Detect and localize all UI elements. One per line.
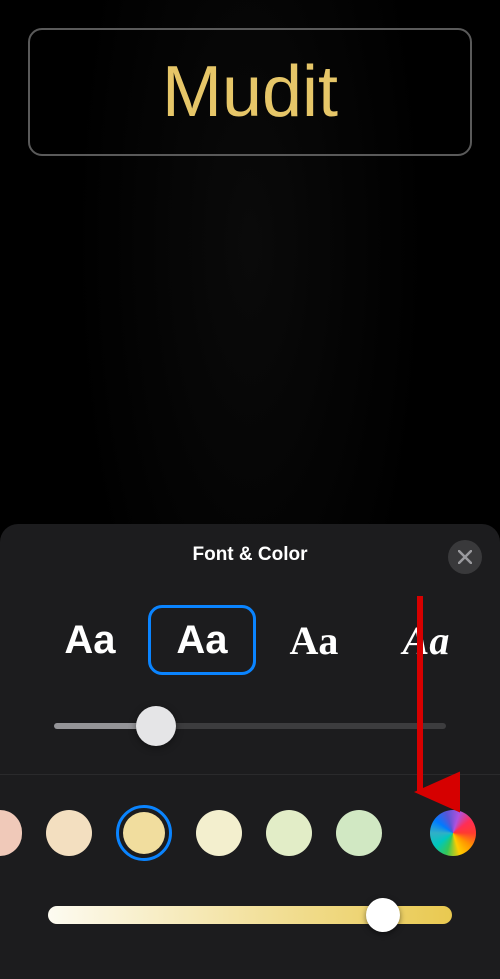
color-swatch-3[interactable] [196,810,242,856]
font-option-4[interactable]: Aa [372,605,480,675]
text-preview-frame[interactable]: Mudit [28,28,472,156]
color-swatch-4[interactable] [266,810,312,856]
close-button[interactable] [448,540,482,574]
panel-title: Font & Color [0,544,500,566]
font-weight-slider[interactable] [54,706,446,746]
font-option-3[interactable]: Aa [260,605,368,675]
color-swatch-row [0,775,500,861]
color-swatch-2-selected[interactable] [116,805,172,861]
color-intensity-slider[interactable] [48,897,452,933]
custom-color-picker-button[interactable] [430,810,476,856]
font-style-row: Aa Aa Aa Aa [0,602,500,678]
color-intensity-slider-wrap [0,861,500,933]
color-swatch-1[interactable] [46,810,92,856]
panel-header: Font & Color [0,544,500,602]
color-swatch-5[interactable] [336,810,382,856]
color-swatch-2-inner [123,812,165,854]
close-icon [458,550,472,564]
font-weight-slider-wrap [0,678,500,768]
font-color-panel: Font & Color Aa Aa Aa Aa [0,524,500,979]
color-swatch-0[interactable] [0,810,22,856]
preview-text: Mudit [162,51,338,133]
font-option-2[interactable]: Aa [148,605,256,675]
intensity-slider-thumb[interactable] [366,898,400,932]
slider-thumb[interactable] [136,706,176,746]
slider-track-inactive [156,723,446,729]
font-option-1[interactable]: Aa [36,605,144,675]
